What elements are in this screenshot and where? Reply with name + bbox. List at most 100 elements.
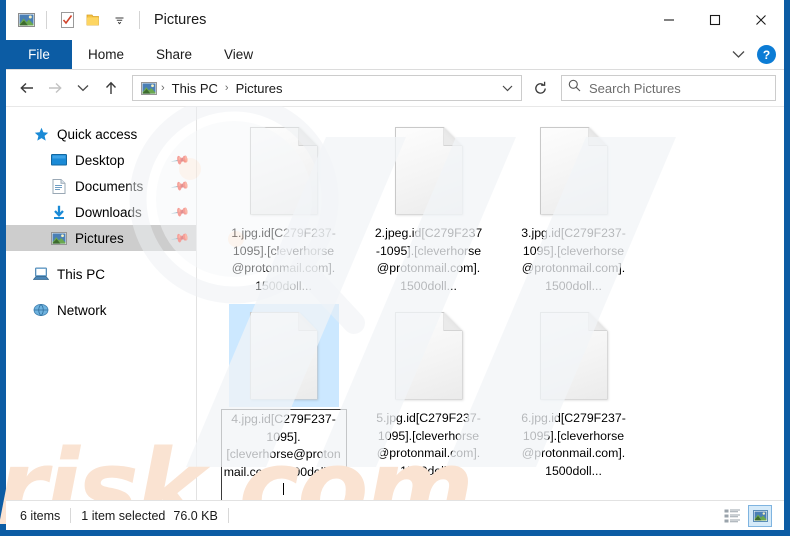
ribbon-right-controls: ? [727, 40, 784, 69]
tab-share[interactable]: Share [140, 40, 208, 69]
sidebar-item-this-pc[interactable]: This PC [6, 261, 196, 287]
network-icon [32, 302, 50, 318]
quick-access-toolbar [6, 10, 144, 30]
sidebar-gap-2 [6, 287, 196, 297]
explorer-window: Pictures File Home Share View ? › This P… [0, 0, 790, 536]
downloads-icon [50, 204, 68, 220]
sidebar-label-desktop: Desktop [75, 152, 125, 168]
blank-document-icon [539, 311, 608, 400]
status-selection: 1 item selected [81, 508, 166, 523]
blank-document-icon [539, 126, 608, 215]
pictures-folder-icon[interactable] [16, 10, 36, 30]
file-name-5: 5.jpg.id[C279F237-1095].[cleverhorse@pro… [376, 411, 481, 478]
window-controls [646, 0, 784, 40]
pictures-icon [50, 230, 68, 246]
blank-document-icon [249, 126, 318, 215]
address-dropdown-chevron-down-icon[interactable] [497, 76, 517, 100]
file-item-2[interactable]: 2.jpeg.id[C279F237-1095].[cleverhorse@pr… [356, 119, 501, 296]
documents-icon [50, 178, 68, 194]
file-thumbnail-3 [519, 119, 629, 222]
star-icon [32, 126, 50, 142]
file-name-4[interactable]: 4.jpg.id[C279F237-1095].[cleverhorse@pro… [220, 409, 347, 500]
status-divider-1 [70, 508, 72, 523]
breadcrumb-separator-1[interactable]: › [223, 82, 231, 94]
file-thumbnail-4 [228, 304, 339, 407]
file-item-1[interactable]: 1.jpg.id[C279F237-1095].[cleverhorse@pro… [211, 119, 356, 296]
close-button[interactable] [738, 0, 784, 40]
customize-qat-chevron-icon[interactable] [109, 10, 129, 30]
minimize-button[interactable] [646, 0, 692, 40]
desktop-icon [50, 152, 68, 168]
sidebar-item-documents[interactable]: Documents 📌 [6, 173, 196, 199]
status-size: 76.0 KB [173, 508, 218, 523]
sidebar-item-downloads[interactable]: Downloads 📌 [6, 199, 196, 225]
breadcrumb-separator-0[interactable]: › [159, 82, 167, 94]
file-item-4[interactable]: 4.jpg.id[C279F237-1095].[cleverhorse@pro… [211, 304, 356, 500]
sidebar-item-quick-access[interactable]: Quick access [6, 121, 196, 147]
search-input[interactable]: Search Pictures [589, 81, 681, 96]
file-grid: 1.jpg.id[C279F237-1095].[cleverhorse@pro… [211, 119, 784, 500]
tab-view[interactable]: View [208, 40, 269, 69]
view-toggle-group [720, 504, 778, 527]
file-thumbnail-5 [374, 304, 484, 407]
blank-document-icon [394, 126, 463, 215]
address-breadcrumb-bar[interactable]: › This PC › Pictures [132, 75, 522, 101]
file-item-5[interactable]: 5.jpg.id[C279F237-1095].[cleverhorse@pro… [356, 304, 501, 500]
sidebar-item-desktop[interactable]: Desktop 📌 [6, 147, 196, 173]
explorer-body: risk.com Quick access Desktop 📌 Document… [0, 94, 784, 536]
sidebar-label-pictures: Pictures [75, 230, 124, 246]
maximize-button[interactable] [692, 0, 738, 40]
tab-home[interactable]: Home [72, 40, 140, 69]
pin-icon-desktop[interactable]: 📌 [170, 150, 190, 170]
recent-locations-chevron-down-icon[interactable] [70, 75, 96, 101]
tab-file[interactable]: File [6, 40, 72, 69]
breadcrumb-pictures-folder-icon [139, 78, 159, 98]
address-bar-row: › This PC › Pictures Search Pictures [6, 70, 784, 106]
search-icon [568, 79, 581, 97]
new-folder-icon[interactable] [83, 10, 103, 30]
details-view-button[interactable] [720, 505, 744, 527]
large-icons-view-button[interactable] [748, 504, 772, 527]
properties-icon[interactable] [57, 10, 77, 30]
breadcrumb-pictures[interactable]: Pictures [231, 81, 288, 96]
sidebar-label-this-pc: This PC [57, 266, 106, 282]
pin-icon-documents[interactable]: 📌 [170, 176, 190, 196]
status-bar: 6 items 1 item selected 76.0 KB [6, 500, 784, 530]
pin-icon-downloads[interactable]: 📌 [170, 202, 190, 222]
status-item-count: 6 items [20, 508, 61, 523]
sidebar-item-pictures[interactable]: Pictures 📌 [6, 225, 196, 251]
blank-document-icon [249, 311, 318, 400]
back-button[interactable] [14, 75, 40, 101]
file-item-6[interactable]: 6.jpg.id[C279F237-1095].[cleverhorse@pro… [501, 304, 646, 500]
expand-ribbon-chevron-down-icon[interactable] [727, 44, 749, 66]
file-thumbnail-2 [374, 119, 484, 222]
sidebar-item-network[interactable]: Network [6, 297, 196, 323]
breadcrumb-this-pc[interactable]: This PC [167, 81, 223, 96]
up-button[interactable] [98, 75, 124, 101]
toolbar-divider-1 [46, 11, 47, 29]
sidebar-label-quick-access: Quick access [57, 126, 138, 142]
sidebar-label-documents: Documents [75, 178, 144, 194]
refresh-button[interactable] [527, 75, 553, 101]
window-title: Pictures [154, 12, 207, 28]
sidebar-label-network: Network [57, 302, 107, 318]
pin-icon-pictures[interactable]: 📌 [170, 228, 190, 248]
search-box[interactable]: Search Pictures [561, 75, 776, 101]
navigation-pane: Quick access Desktop 📌 Documents 📌 Downl… [6, 107, 196, 500]
file-name-6: 6.jpg.id[C279F237-1095].[cleverhorse@pro… [521, 411, 626, 478]
sidebar-label-downloads: Downloads [75, 204, 142, 220]
this-pc-icon [32, 266, 50, 282]
file-name-3: 3.jpg.id[C279F237-1095].[cleverhorse@pro… [521, 226, 626, 293]
file-list-pane[interactable]: 1.jpg.id[C279F237-1095].[cleverhorse@pro… [197, 107, 784, 500]
file-name-1: 1.jpg.id[C279F237-1095].[cleverhorse@pro… [231, 226, 336, 293]
blank-document-icon [394, 311, 463, 400]
ribbon-tab-bar: File Home Share View ? [6, 40, 784, 70]
file-item-3[interactable]: 3.jpg.id[C279F237-1095].[cleverhorse@pro… [501, 119, 646, 296]
file-thumbnail-6 [519, 304, 629, 407]
title-bar: Pictures [6, 0, 784, 40]
help-button[interactable]: ? [757, 45, 776, 64]
toolbar-divider-2 [139, 11, 140, 29]
text-caret [283, 483, 284, 495]
forward-button[interactable] [42, 75, 68, 101]
status-divider-2 [227, 508, 229, 523]
